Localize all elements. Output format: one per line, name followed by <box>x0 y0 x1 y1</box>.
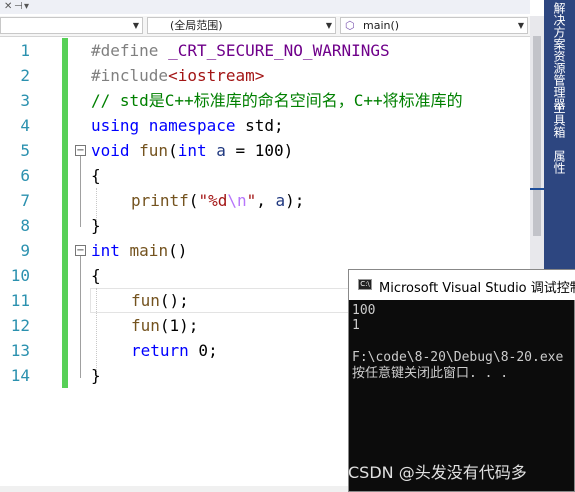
code-line-2: 2 #include<iostream> <box>0 63 530 88</box>
line-number: 2 <box>20 66 30 85</box>
console-output-line: 1 <box>352 318 360 333</box>
line-number: 12 <box>10 316 30 335</box>
bottom-tab-strip <box>0 486 348 492</box>
chevron-down-icon: ▼ <box>132 21 139 30</box>
chevron-down-icon: ▼ <box>517 21 524 30</box>
code-line-3: 3 // std是C++标准库的命名空间名，C++将标准库的 <box>0 88 530 113</box>
code-line-8: 8 } <box>0 213 530 238</box>
caret-position-marker <box>530 188 544 190</box>
close-icon[interactable]: ✕ <box>4 0 12 14</box>
line-number: 9 <box>20 241 30 260</box>
line-number: 13 <box>10 341 30 360</box>
navigation-bar: ▼ (全局范围) ▼ ⬡ main() ▼ <box>0 16 530 37</box>
console-title-bar[interactable]: C:\ Microsoft Visual Studio 调试控制台 <box>349 270 575 300</box>
scope-dropdown[interactable]: (全局范围) ▼ <box>147 17 336 34</box>
comment: // std是C++标准库的命名空间名，C++将标准库的 <box>91 91 463 110</box>
line-number: 4 <box>20 116 30 135</box>
code-line-7: 7 printf("%d\n", a); <box>0 188 530 213</box>
code-line-6: 6 { <box>0 163 530 188</box>
line-number: 14 <box>10 366 30 385</box>
csdn-watermark: CSDN @头发没有代码多 <box>348 463 527 482</box>
code-line-1: 1 #define _CRT_SECURE_NO_WARNINGS <box>0 38 530 63</box>
scope-label: (全局范围) <box>170 19 223 32</box>
code-line-5: 5 void fun(int a = 100) <box>0 138 530 163</box>
console-output-line: 按任意键关闭此窗口. . . <box>352 366 509 381</box>
console-output-line: 100 <box>352 303 376 318</box>
line-number: 11 <box>10 291 30 310</box>
method-cube-icon: ⬡ <box>345 19 355 32</box>
project-dropdown[interactable]: ▼ <box>0 17 143 34</box>
code-line-9: 9 int main() <box>0 238 530 263</box>
line-number: 6 <box>20 166 30 185</box>
line-number: 1 <box>20 41 30 60</box>
pin-icon[interactable]: ▾ <box>24 0 29 14</box>
member-dropdown[interactable]: ⬡ main() ▼ <box>340 17 528 34</box>
line-number: 3 <box>20 91 30 110</box>
member-label: main() <box>363 19 400 32</box>
line-number: 5 <box>20 141 30 160</box>
tab-properties[interactable]: 属性 <box>551 150 568 174</box>
code-line-4: 4 using namespace std; <box>0 113 530 138</box>
console-title: Microsoft Visual Studio 调试控制台 <box>379 281 575 296</box>
line-number: 7 <box>20 191 30 210</box>
line-number: 8 <box>20 216 30 235</box>
line-number: 10 <box>10 266 30 285</box>
scrollbar-thumb[interactable] <box>533 36 541 236</box>
document-tab-strip: ▾ ⊣ ✕ <box>0 0 530 14</box>
chevron-down-icon: ▼ <box>325 21 332 30</box>
pin-tab-icon[interactable]: ⊣ <box>14 0 23 14</box>
tab-solution-explorer[interactable]: 解决方案资源管理器 <box>551 2 568 110</box>
tab-toolbox[interactable]: 工具箱 <box>551 102 568 138</box>
console-app-icon: C:\ <box>358 279 372 290</box>
console-output-line: F:\code\8-20\Debug\8-20.exe <box>352 350 564 365</box>
